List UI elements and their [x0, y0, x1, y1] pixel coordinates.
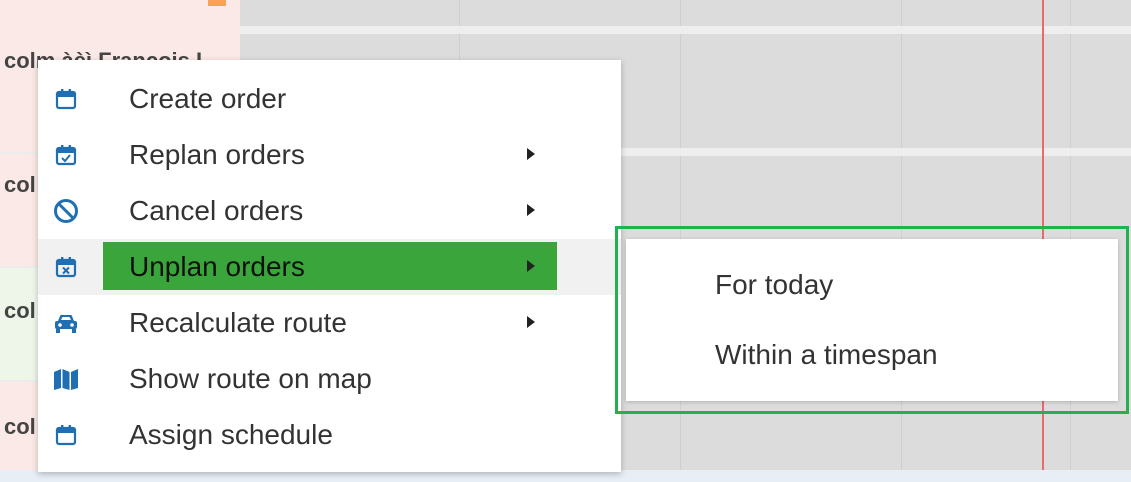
submenu-arrow-icon [527, 316, 535, 328]
context-menu: Create order Replan orders Cancel orders… [38, 60, 621, 472]
submenu-item-label: Within a timespan [715, 339, 938, 370]
row-separator [240, 26, 1131, 34]
submenu-arrow-icon [527, 260, 535, 272]
menu-item-cancel-orders[interactable]: Cancel orders [38, 183, 621, 239]
calendar-check-icon [52, 141, 80, 169]
submenu-arrow-icon [527, 148, 535, 160]
calendar-icon [52, 85, 80, 113]
menu-item-assign-schedule[interactable]: Assign schedule [38, 407, 621, 463]
menu-item-label: Cancel orders [129, 195, 304, 226]
submenu-panel: For today Within a timespan [626, 239, 1118, 401]
menu-item-show-route-on-map[interactable]: Show route on map [38, 351, 621, 407]
menu-item-label: Unplan orders [129, 251, 305, 282]
menu-item-label: Create order [129, 83, 287, 114]
menu-item-replan-orders[interactable]: Replan orders [38, 127, 621, 183]
submenu-item-within-timespan[interactable]: Within a timespan [626, 325, 1118, 385]
calendar-x-icon [52, 253, 80, 281]
menu-item-label: Replan orders [129, 139, 305, 170]
menu-item-label: Show route on map [129, 363, 372, 394]
menu-item-label: Recalculate route [129, 307, 347, 338]
ban-icon [52, 197, 80, 225]
menu-item-recalculate-route[interactable]: Recalculate route [38, 295, 621, 351]
map-icon [52, 365, 80, 393]
menu-item-create-order[interactable]: Create order [38, 71, 621, 127]
menu-item-unplan-orders[interactable]: Unplan orders [38, 239, 621, 295]
submenu-item-for-today[interactable]: For today [626, 255, 1118, 315]
unplan-submenu: For today Within a timespan [615, 226, 1129, 414]
calendar-icon [52, 421, 80, 449]
submenu-item-label: For today [715, 269, 834, 300]
marker [208, 0, 226, 6]
submenu-arrow-icon [527, 204, 535, 216]
car-icon [52, 309, 80, 337]
menu-item-label: Assign schedule [129, 419, 333, 450]
